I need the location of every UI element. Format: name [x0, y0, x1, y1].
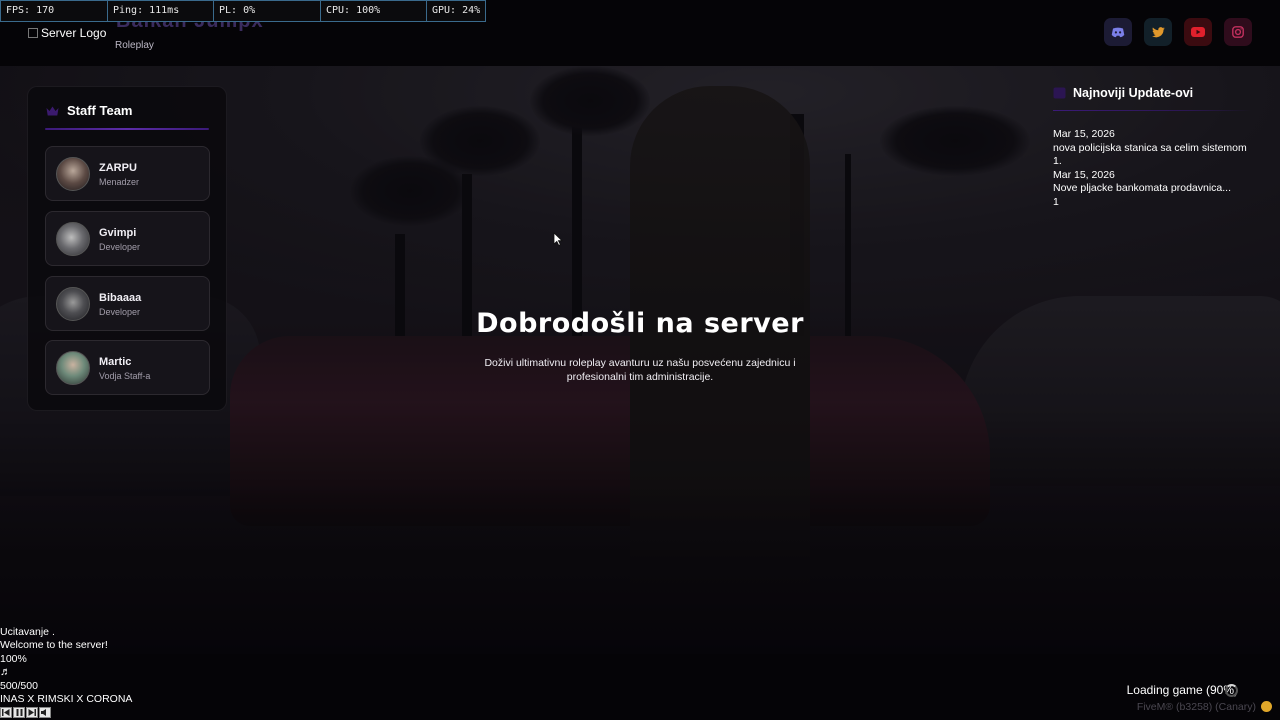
broken-image-icon — [28, 28, 38, 38]
updates-title: Najnoviji Update-ovi — [1073, 86, 1194, 100]
staff-member-name: Martic — [99, 356, 132, 368]
discord-button[interactable] — [1104, 18, 1132, 46]
staff-member-name: Bibaaaa — [99, 292, 142, 304]
staff-divider — [45, 128, 209, 130]
update-date: Mar 15, 2026 — [1053, 168, 1115, 181]
speaker-icon — [41, 709, 46, 717]
staff-member-role: Vodja Staff-a — [99, 371, 151, 381]
next-track-button[interactable] — [26, 707, 38, 719]
pause-button[interactable] — [13, 707, 25, 719]
avatar — [56, 351, 90, 385]
loading-game-text: Loading game (90%) — [1126, 683, 1238, 697]
cpu-readout: CPU: 100% — [321, 1, 427, 21]
instagram-icon — [1232, 26, 1244, 38]
staff-member-card[interactable]: Gvimpi Developer — [45, 211, 210, 266]
mouse-cursor-icon — [553, 232, 563, 246]
staff-member-card[interactable]: ZARPU Menadzer — [45, 146, 210, 201]
update-count: 1. — [1053, 155, 1062, 167]
gpu-readout: GPU: 24% — [432, 5, 481, 16]
track-counter: 500/500 — [0, 679, 38, 692]
packet-loss-readout: PL: 0% — [214, 1, 321, 21]
update-text: nova policijska stanica sa celim sistemo… — [1053, 141, 1247, 154]
youtube-button[interactable] — [1184, 18, 1212, 46]
twitter-button[interactable] — [1144, 18, 1172, 46]
update-item[interactable]: Mar 15, 2026 Nove pljacke bankomata prod… — [1053, 169, 1253, 210]
update-text: Nove pljacke bankomata prodavnica... — [1053, 182, 1232, 194]
ping-readout: Ping: 111ms — [108, 1, 214, 21]
staff-member-card[interactable]: Martic Vodja Staff-a — [45, 340, 210, 395]
server-logo-alt-text: Server Logo — [41, 26, 107, 40]
social-links — [1104, 18, 1252, 46]
next-icon — [28, 709, 36, 717]
newspaper-icon — [1053, 87, 1066, 99]
loading-status-text: Ucitavanje . — [0, 626, 55, 638]
loading-spinner-icon — [1225, 684, 1238, 697]
update-count: 1 — [1053, 195, 1059, 208]
instagram-button[interactable] — [1224, 18, 1252, 46]
mute-button[interactable] — [39, 707, 51, 719]
previous-icon — [2, 709, 10, 717]
update-item[interactable]: Mar 15, 2026 nova policijska stanica sa … — [1053, 128, 1253, 169]
staff-member-name: Gvimpi — [99, 227, 137, 239]
youtube-icon — [1191, 27, 1205, 37]
staff-member-role: Menadzer — [99, 177, 140, 187]
avatar — [56, 157, 90, 191]
fps-readout: FPS: 170 — [1, 1, 108, 21]
updates-panel: Najnoviji Update-ovi Mar 15, 2026 nova p… — [1053, 84, 1253, 209]
crown-icon — [46, 106, 59, 115]
staff-member-role: Developer — [99, 242, 141, 252]
media-controls — [0, 707, 132, 719]
server-subtitle: Roleplay — [115, 40, 154, 51]
volume-level: 100% — [0, 652, 27, 665]
staff-header: Staff Team — [46, 103, 133, 118]
welcome-message: Welcome to the server! — [0, 639, 108, 652]
server-logo: Server Logo — [28, 26, 106, 40]
fivem-badge-icon — [1261, 701, 1272, 712]
staff-member-name: ZARPU — [99, 162, 137, 174]
twitter-icon — [1151, 26, 1165, 37]
updates-header: Najnoviji Update-ovi — [1053, 84, 1253, 102]
avatar — [56, 222, 90, 256]
track-title: INAS X RIMSKI X CORONA — [0, 693, 133, 706]
staff-title: Staff Team — [67, 103, 133, 118]
staff-panel: Staff Team ZARPU Menadzer Gvimpi Develop… — [27, 86, 227, 411]
update-date: Mar 15, 2026 — [1053, 128, 1115, 140]
performance-overlay: FPS: 170 Ping: 111ms PL: 0% CPU: 100% GP… — [0, 0, 486, 22]
fivem-build-text: FiveM® (b3258) (Canary) — [1136, 701, 1256, 713]
previous-track-button[interactable] — [0, 707, 12, 719]
updates-divider — [1053, 110, 1251, 111]
welcome-subtitle: Doživi ultimativnu roleplay avanturu uz … — [484, 357, 796, 383]
pause-icon — [16, 709, 22, 717]
welcome-title: Dobrodošli na server — [476, 308, 804, 339]
status-panel: Ucitavanje . Welcome to the server! 100%… — [0, 626, 133, 719]
discord-icon — [1111, 27, 1125, 37]
music-note-icon: ♬ — [0, 666, 11, 679]
